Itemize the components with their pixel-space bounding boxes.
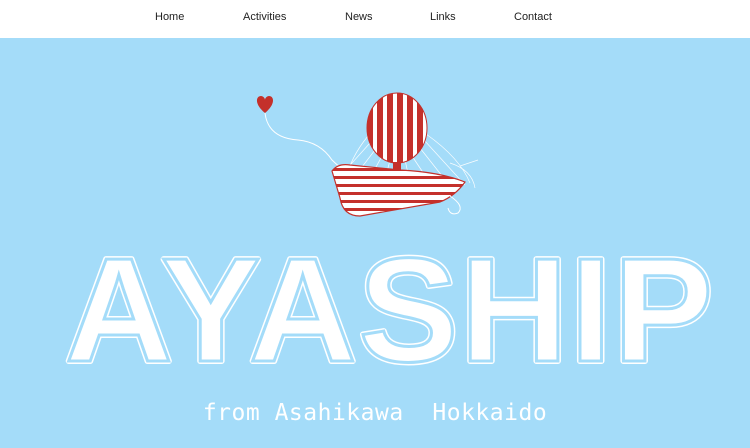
nav-links-link[interactable]: Links [430, 11, 456, 23]
nav-news-link[interactable]: News [345, 11, 373, 23]
hero-banner: AYASHIP AYASHIP from Asahikawa Hokkaido [0, 38, 750, 448]
nav-home-link[interactable]: Home [155, 11, 184, 23]
logo-text-inline: AYASHIP [65, 233, 715, 373]
nav-activities-link[interactable]: Activities [243, 11, 286, 23]
nav-contact-link[interactable]: Contact [514, 11, 552, 23]
balloon-ship-illustration [256, 92, 479, 217]
top-navigation: Home Activities News Links Contact [0, 0, 750, 38]
heart-icon [256, 96, 274, 113]
page: Home Activities News Links Contact AYASH… [0, 0, 750, 448]
tagline: from Asahikawa Hokkaido [202, 400, 548, 426]
ayaship-logo: AYASHIP AYASHIP [62, 233, 716, 373]
